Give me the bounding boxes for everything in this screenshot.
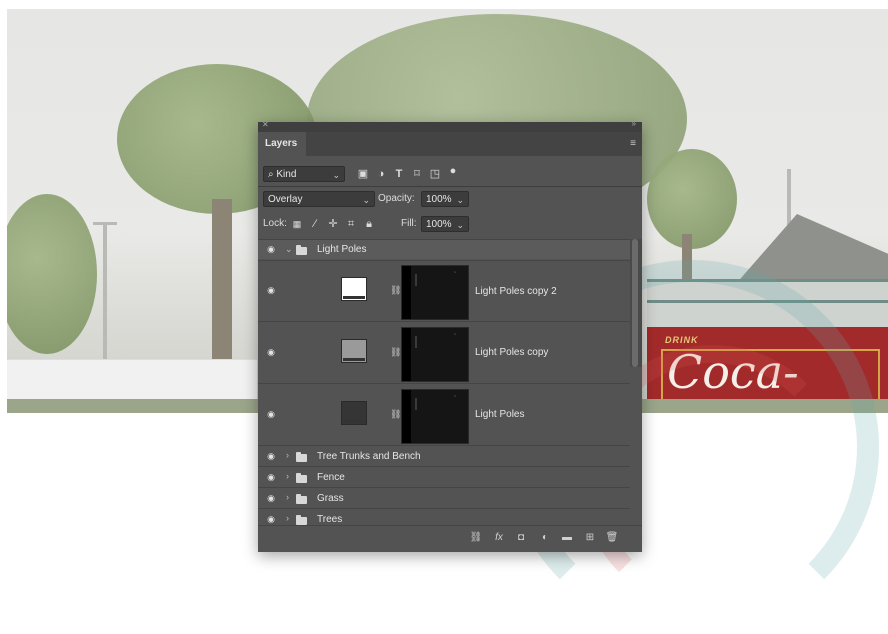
lock-transparency-icon[interactable]: ▦ — [290, 216, 304, 232]
layer-name: Light Poles copy — [475, 347, 549, 358]
type-filter-icon[interactable]: T — [392, 166, 406, 182]
folder-icon — [296, 473, 307, 483]
divider — [258, 186, 642, 187]
pixel-filter-icon[interactable]: ▣ — [356, 166, 370, 182]
visibility-eye-icon[interactable]: ◉ — [265, 514, 277, 525]
chevron-right-icon[interactable]: › — [286, 492, 289, 502]
panel-tabbar: Layers ≡ — [258, 132, 642, 156]
smart-object-filter-icon[interactable]: ◳ — [428, 166, 442, 182]
chevron-right-icon[interactable]: › — [286, 471, 289, 481]
add-mask-icon[interactable]: ◘ — [514, 532, 528, 543]
folder-icon — [296, 452, 307, 462]
lock-all-icon[interactable]: 🔒︎ — [362, 216, 376, 232]
fx-icon[interactable]: fx — [492, 532, 506, 543]
folder-icon — [296, 515, 307, 525]
new-group-icon[interactable]: ▬ — [560, 532, 574, 543]
layer-thumbnail — [341, 339, 367, 363]
visibility-eye-icon[interactable]: ◉ — [265, 244, 277, 255]
visibility-eye-icon[interactable]: ◉ — [265, 409, 277, 420]
visibility-eye-icon[interactable]: ◉ — [265, 472, 277, 483]
fill-field[interactable]: 100% ⌄ — [421, 216, 469, 232]
layer-light-poles-copy[interactable]: ◉ ⛓︎ " Light Poles copy — [258, 321, 630, 383]
opacity-field[interactable]: 100% ⌄ — [421, 191, 469, 207]
collapse-icon[interactable]: » — [632, 119, 636, 128]
scrollbar-thumb[interactable] — [632, 239, 638, 367]
layers-panel: ✕ » Layers ≡ ⌕ Kind ⌄ ▣ ◑ T ⌑ ◳ ● Overla… — [258, 119, 642, 553]
chain-link-icon[interactable]: ⛓︎ — [390, 409, 401, 420]
fill-label: Fill: — [401, 218, 417, 229]
visibility-eye-icon[interactable]: ◉ — [265, 451, 277, 462]
visibility-eye-icon[interactable]: ◉ — [265, 347, 277, 358]
hamburger-icon[interactable]: ≡ — [630, 138, 636, 149]
layer-mask-thumbnail[interactable]: " — [401, 265, 469, 320]
chevron-down-icon: ⌄ — [456, 195, 464, 205]
panel-titlebar[interactable]: ✕ » — [258, 119, 642, 132]
group-name: Grass — [317, 493, 344, 504]
lock-pixels-icon[interactable]: ∕ — [308, 216, 322, 232]
panel-footer: ⛓︎ fx ◘ ◐ ▬ ⊞ 🗑︎ — [258, 525, 642, 553]
chevron-down-icon: ⌄ — [332, 170, 340, 180]
layer-thumbnail — [341, 401, 367, 425]
adjustment-layer-icon[interactable]: ◐ — [538, 532, 552, 543]
tab-layers[interactable]: Layers — [258, 132, 306, 156]
search-icon: ⌕ — [268, 169, 274, 180]
opacity-value: 100% — [426, 194, 452, 205]
lock-artboard-icon[interactable]: ⌗ — [344, 216, 358, 232]
lock-row: Lock: ▦ ∕ ✛ ⌗ 🔒︎ Fill: 100% ⌄ — [258, 215, 642, 235]
kind-filter-select[interactable]: ⌕ Kind ⌄ — [263, 166, 345, 182]
visibility-eye-icon[interactable]: ◉ — [265, 285, 277, 296]
chain-link-icon[interactable]: ⛓︎ — [390, 347, 401, 358]
filter-toggle-icon[interactable]: ● — [446, 163, 460, 179]
chain-link-icon[interactable]: ⛓︎ — [390, 285, 401, 296]
chevron-right-icon[interactable]: › — [286, 513, 289, 523]
group-name: Fence — [317, 472, 345, 483]
blend-mode-value: Overlay — [268, 194, 303, 205]
layer-group-grass[interactable]: ◉ › Grass — [258, 487, 630, 508]
scrollbar[interactable] — [630, 239, 642, 367]
layer-mask-thumbnail[interactable]: " — [401, 389, 469, 444]
blend-row: Overlay ⌄ Opacity: 100% ⌄ — [258, 190, 642, 210]
visibility-eye-icon[interactable]: ◉ — [265, 493, 277, 504]
layer-group-light-poles[interactable]: ◉ ⌄ Light Poles — [258, 239, 630, 259]
group-name: Trees — [317, 514, 343, 525]
chevron-down-icon: ⌄ — [456, 220, 464, 230]
lock-label: Lock: — [263, 218, 287, 229]
group-name: Tree Trunks and Bench — [317, 451, 421, 462]
railing — [647, 279, 888, 327]
layer-name: Light Poles — [475, 409, 525, 420]
lock-position-icon[interactable]: ✛ — [326, 216, 340, 232]
chevron-down-icon: ⌄ — [362, 195, 370, 205]
new-layer-icon[interactable]: ⊞ — [583, 532, 597, 543]
adjustment-filter-icon[interactable]: ◑ — [374, 166, 388, 182]
layer-group-fence[interactable]: ◉ › Fence — [258, 466, 630, 487]
folder-icon — [296, 494, 307, 504]
layer-mask-thumbnail[interactable]: " — [401, 327, 469, 382]
chevron-right-icon[interactable]: › — [286, 450, 289, 460]
blend-mode-select[interactable]: Overlay ⌄ — [263, 191, 375, 207]
light-pole-arm — [93, 222, 117, 225]
layer-thumbnail — [341, 277, 367, 301]
sign-drink-text: DRINK — [665, 335, 699, 345]
folder-icon — [296, 245, 307, 255]
layer-light-poles[interactable]: ◉ ⛓︎ " Light Poles — [258, 383, 630, 445]
palm-crown-right — [647, 149, 737, 249]
layer-group-tree-trunks-and-bench[interactable]: ◉ › Tree Trunks and Bench — [258, 445, 630, 466]
group-name: Light Poles — [317, 244, 367, 255]
chevron-down-icon[interactable]: ⌄ — [285, 244, 293, 255]
layer-name: Light Poles copy 2 — [475, 286, 557, 297]
trash-icon[interactable]: 🗑︎ — [605, 532, 619, 543]
kind-label: Kind — [276, 169, 297, 180]
layer-light-poles-copy-2[interactable]: ◉ ⛓︎ " Light Poles copy 2 — [258, 260, 630, 321]
close-icon[interactable]: ✕ — [262, 120, 269, 129]
filter-row: ⌕ Kind ⌄ ▣ ◑ T ⌑ ◳ ● — [258, 165, 642, 185]
link-layers-icon[interactable]: ⛓︎ — [469, 532, 483, 543]
fill-value: 100% — [426, 219, 452, 230]
opacity-label: Opacity: — [378, 193, 415, 204]
shape-filter-icon[interactable]: ⌑ — [410, 166, 424, 182]
tree-canopy-left — [7, 194, 97, 354]
